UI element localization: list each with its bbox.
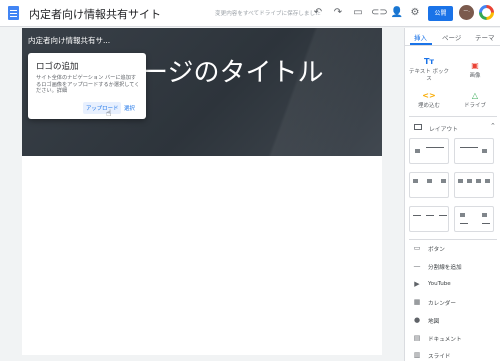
- upload-button[interactable]: アップロード: [83, 102, 122, 114]
- insert-embed[interactable]: <> 埋め込む: [407, 91, 451, 110]
- add-editor-icon[interactable]: 👤: [390, 6, 404, 20]
- site-title[interactable]: 内定者向け情報共有サイト: [29, 6, 161, 22]
- select-button[interactable]: 選択: [124, 104, 135, 112]
- settings-icon[interactable]: ⚙: [408, 6, 422, 20]
- layout-option-5[interactable]: [409, 206, 449, 232]
- calendar-icon: ▦: [413, 298, 421, 306]
- insert-tile-label: 埋め込む: [417, 103, 440, 109]
- google-account-icon[interactable]: [479, 5, 494, 20]
- undo-icon[interactable]: ↶: [311, 6, 325, 20]
- embed-icon: <>: [422, 91, 436, 100]
- redo-icon[interactable]: ↷: [331, 6, 345, 20]
- divider-icon: —: [413, 262, 421, 270]
- insert-tile-label: テキスト ボック ス: [408, 69, 450, 82]
- layout-section-label[interactable]: レイアウト: [429, 124, 458, 133]
- text-box-icon: Tт: [423, 57, 435, 66]
- component-label: カレンダー: [428, 301, 456, 307]
- component-label: ボタン: [428, 247, 445, 253]
- tab-divider: [405, 45, 500, 46]
- chevron-up-icon[interactable]: ⌃: [490, 122, 496, 130]
- dialog-body: サイト全体のナビゲーション バーに追加するロゴ画像をアップロードするか選択してく…: [36, 75, 140, 95]
- sites-logo-icon[interactable]: [8, 6, 19, 20]
- layout-option-1[interactable]: [409, 138, 449, 164]
- layout-option-2[interactable]: [454, 138, 494, 164]
- layout-icon: [414, 124, 422, 130]
- insert-text-box[interactable]: Tт テキスト ボック ス: [407, 57, 451, 82]
- component-label: YouTube: [428, 281, 451, 287]
- hand-cursor-icon: ☝: [106, 109, 112, 119]
- top-bar: 内定者向け情報共有サイト 変更内容をすべてドライブに保存しました ↶ ↷ ▭ ⊂…: [0, 0, 500, 27]
- insert-tile-label: 画像: [469, 73, 481, 79]
- docs-icon: ▤: [413, 334, 421, 342]
- section-divider: [409, 239, 497, 240]
- tab-insert[interactable]: 挿入: [414, 32, 427, 42]
- save-status: 変更内容をすべてドライブに保存しました: [215, 11, 321, 17]
- image-icon: ▣: [471, 61, 479, 70]
- layout-option-4[interactable]: [454, 172, 494, 198]
- tab-pages[interactable]: ページ: [442, 32, 461, 42]
- insert-tile-label: ドライブ: [463, 103, 486, 109]
- slides-icon: ▥: [413, 351, 421, 359]
- tab-themes[interactable]: テーマ: [475, 32, 495, 42]
- youtube-icon: ▶: [414, 280, 420, 288]
- page-title[interactable]: ージのタイトル: [142, 56, 362, 90]
- banner-site-name[interactable]: 内定者向け情報共有サ...: [28, 35, 110, 46]
- insert-drive[interactable]: △ ドライブ: [453, 91, 497, 110]
- side-panel: 挿入 ページ テーマ Tт テキスト ボック ス ▣ 画像 <> 埋め込む △ …: [404, 28, 500, 361]
- preview-devices-icon[interactable]: ▭: [351, 6, 365, 20]
- button-icon: ▭: [413, 244, 421, 252]
- drive-icon: △: [471, 91, 479, 100]
- add-logo-dialog: ロゴの追加 サイト全体のナビゲーション バーに追加するロゴ画像をアップロードする…: [28, 53, 146, 119]
- insert-image[interactable]: ▣ 画像: [453, 61, 497, 80]
- layout-option-6[interactable]: [454, 206, 494, 232]
- component-label: スライド: [428, 354, 451, 360]
- map-pin-icon: ●: [413, 316, 421, 324]
- avatar[interactable]: ー·: [459, 5, 474, 20]
- layout-option-3[interactable]: [409, 172, 449, 198]
- dialog-title: ロゴの追加: [36, 62, 79, 72]
- section-divider: [409, 116, 497, 117]
- insert-link-icon[interactable]: ⊂⊃: [371, 6, 388, 20]
- component-label: 分割線を追加: [428, 265, 462, 271]
- publish-button[interactable]: 公開: [428, 6, 453, 21]
- component-label: 地図: [428, 319, 440, 325]
- component-label: ドキュメント: [428, 337, 462, 343]
